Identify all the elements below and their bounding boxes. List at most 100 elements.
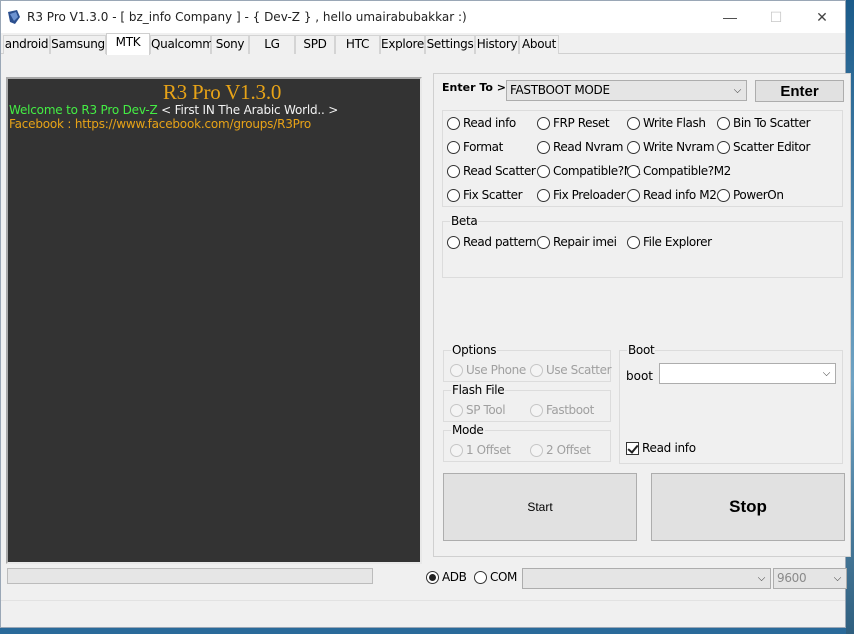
tab-htc[interactable]: HTC (335, 35, 380, 54)
radio-com[interactable]: COM (474, 570, 517, 584)
radio-scatter-editor[interactable]: Scatter Editor (717, 140, 810, 154)
radio-circle-icon (627, 140, 640, 154)
options-group: Options Use Phone Use Scatter (443, 343, 612, 382)
radio-read-scatter[interactable]: Read Scatter (447, 164, 536, 178)
radio-circle-icon (717, 140, 730, 154)
enter-mode-select[interactable]: FASTBOOT MODE ⌵ (506, 80, 747, 101)
mode-group: Mode 1 Offset 2 Offset (443, 423, 611, 462)
tab-android[interactable]: android (3, 35, 50, 54)
radio-circle-icon (717, 188, 730, 202)
tab-bar: android Samsung MTK Qualcomm Sony LG SPD… (1, 33, 845, 55)
boot-group-title: Boot (627, 343, 656, 357)
chevron-down-icon: ⌵ (833, 573, 842, 584)
title-bar: R3 Pro V1.3.0 - [ bz_info Company ] - { … (1, 1, 845, 33)
radio-use-phone[interactable]: Use Phone (450, 363, 526, 377)
radio-circle-icon (530, 403, 543, 417)
radio-offset-1[interactable]: 1 Offset (450, 443, 511, 457)
tab-about[interactable]: About (519, 35, 559, 54)
flash-file-group: Flash File SP Tool Fastboot (443, 383, 611, 422)
radio-circle-icon (450, 403, 463, 417)
radio-read-info-m2[interactable]: Read info M2 (627, 188, 717, 202)
radio-circle-icon (530, 363, 543, 377)
radio-circle-icon (447, 164, 460, 178)
tab-sony[interactable]: Sony (211, 35, 249, 54)
radio-compatible-m2[interactable]: Compatible?M2 (627, 164, 731, 178)
tab-qualcomm[interactable]: Qualcomm (150, 35, 214, 54)
tab-explore[interactable]: Explore (380, 35, 425, 54)
radio-circle-icon (474, 570, 487, 584)
tab-history[interactable]: History (475, 35, 519, 54)
baud-rate-select[interactable]: 9600 ⌵ (773, 568, 847, 589)
app-window: R3 Pro V1.3.0 - [ bz_info Company ] - { … (0, 0, 851, 628)
radio-use-scatter[interactable]: Use Scatter (530, 363, 612, 377)
radio-sp-tool[interactable]: SP Tool (450, 403, 506, 417)
tab-lg[interactable]: LG (249, 35, 295, 54)
app-logo-icon (5, 8, 23, 26)
status-bar (1, 600, 845, 627)
radio-circle-icon (627, 116, 640, 130)
radio-read-info[interactable]: Read info (447, 116, 516, 130)
radio-repair-imei[interactable]: Repair imei (537, 235, 617, 249)
flash-file-group-title: Flash File (451, 383, 506, 397)
operations-group: Read info FRP Reset Write Flash Bin To S… (442, 110, 843, 207)
radio-circle-icon (537, 140, 550, 154)
chevron-down-icon: ⌵ (733, 85, 742, 96)
com-port-select[interactable]: ⌵ (522, 568, 771, 589)
radio-circle-icon (537, 235, 550, 249)
radio-power-on[interactable]: PowerOn (717, 188, 784, 202)
chevron-down-icon: ⌵ (822, 368, 831, 379)
radio-fix-scatter[interactable]: Fix Scatter (447, 188, 523, 202)
tab-samsung[interactable]: Samsung (50, 35, 106, 54)
mtk-operations-panel: Enter To > FASTBOOT MODE ⌵ Enter Read in… (433, 73, 851, 557)
tab-settings[interactable]: Settings (425, 35, 475, 54)
radio-fix-preloader[interactable]: Fix Preloader (537, 188, 626, 202)
radio-circle-icon (627, 235, 640, 249)
minimize-button[interactable]: — (707, 1, 753, 33)
beta-group-title: Beta (450, 214, 479, 228)
log-console[interactable]: R3 Pro V1.3.0 Welcome to R3 Pro Dev-Z < … (6, 77, 422, 564)
read-info-checkbox[interactable]: Read info (626, 441, 696, 455)
tab-mtk[interactable]: MTK (106, 33, 150, 55)
radio-circle-icon (717, 116, 730, 130)
radio-bin-to-scatter[interactable]: Bin To Scatter (717, 116, 811, 130)
radio-file-explorer[interactable]: File Explorer (627, 235, 712, 249)
close-button[interactable]: ✕ (799, 1, 845, 33)
radio-circle-icon (450, 363, 463, 377)
radio-circle-icon (450, 443, 463, 457)
start-button[interactable]: Start (443, 473, 637, 541)
radio-write-flash[interactable]: Write Flash (627, 116, 706, 130)
console-title: R3 Pro V1.3.0 (162, 80, 282, 104)
enter-to-label: Enter To > (442, 81, 506, 94)
beta-group: Beta Read pattern Repair imei File Explo… (442, 214, 843, 278)
radio-format[interactable]: Format (447, 140, 503, 154)
radio-circle-icon (447, 188, 460, 202)
stop-button[interactable]: Stop (651, 473, 845, 541)
radio-offset-2[interactable]: 2 Offset (530, 443, 591, 457)
radio-read-nvram[interactable]: Read Nvram (537, 140, 623, 154)
radio-circle-icon (447, 116, 460, 130)
enter-button[interactable]: Enter (755, 80, 844, 102)
boot-select[interactable]: ⌵ (659, 363, 836, 384)
radio-fastboot[interactable]: Fastboot (530, 403, 594, 417)
radio-read-pattern[interactable]: Read pattern (447, 235, 537, 249)
mode-group-title: Mode (451, 423, 485, 437)
chevron-down-icon: ⌵ (757, 573, 766, 584)
console-facebook-line: Facebook : https://www.facebook.com/grou… (9, 117, 312, 131)
radio-compatible-m1[interactable]: Compatible?M1 (537, 164, 641, 178)
radio-write-nvram[interactable]: Write Nvram (627, 140, 715, 154)
radio-adb[interactable]: ADB (426, 570, 467, 584)
radio-circle-icon (627, 188, 640, 202)
boot-group: Boot boot ⌵ Read info (619, 343, 843, 464)
console-welcome-line: Welcome to R3 Pro Dev-Z < First IN The A… (9, 103, 420, 117)
radio-circle-icon (530, 443, 543, 457)
console-tagline: < First IN The Arabic World.. > (157, 103, 339, 117)
radio-circle-icon (447, 235, 460, 249)
radio-frp-reset[interactable]: FRP Reset (537, 116, 610, 130)
boot-label: boot (626, 369, 654, 383)
checkbox-checked-icon (626, 441, 639, 455)
tab-spd[interactable]: SPD (295, 35, 335, 54)
radio-circle-icon (537, 188, 550, 202)
console-welcome-text: Welcome to R3 Pro Dev-Z (9, 103, 158, 117)
maximize-button[interactable]: ☐ (753, 1, 799, 33)
radio-selected-icon (426, 570, 439, 584)
